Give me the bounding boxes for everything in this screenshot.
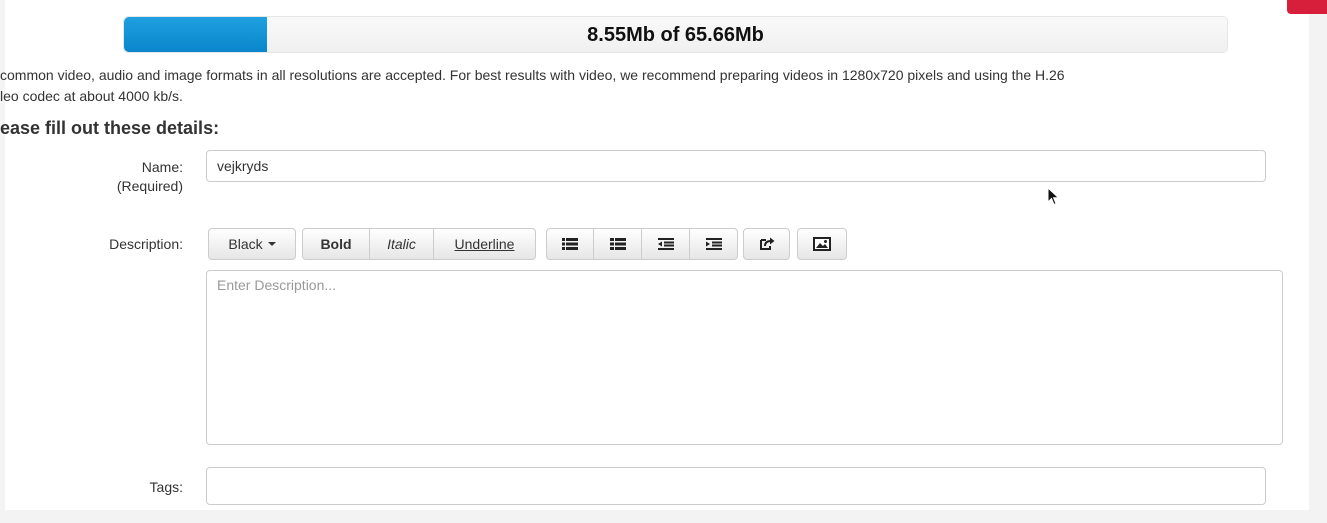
description-textarea[interactable]	[206, 270, 1283, 445]
name-label: Name: (Required)	[80, 158, 183, 196]
description-label: Description:	[109, 236, 183, 252]
text-style-group: Bold Italic Underline	[302, 228, 536, 260]
link-button[interactable]	[743, 228, 790, 260]
list-indent-group	[546, 228, 738, 260]
red-corner-tab	[1287, 0, 1327, 14]
name-label-text: Name:	[141, 159, 183, 175]
bottom-edge	[0, 510, 1327, 523]
font-color-dropdown[interactable]: Black	[208, 228, 296, 260]
format-info: common video, audio and image formats in…	[0, 65, 1327, 107]
name-required-note: (Required)	[116, 178, 183, 194]
tags-input[interactable]	[206, 467, 1266, 505]
caret-down-icon	[267, 242, 276, 246]
name-input[interactable]	[206, 150, 1266, 182]
upload-progress-text: 8.55Mb of 65.66Mb	[587, 24, 764, 46]
image-icon	[813, 237, 831, 251]
format-info-line-1: common video, audio and image formats in…	[0, 67, 1065, 83]
upload-progress-bar: 8.55Mb of 65.66Mb	[123, 16, 1228, 53]
indent-button[interactable]	[690, 228, 738, 260]
bullet-list-icon	[562, 238, 578, 250]
outdent-button[interactable]	[642, 228, 690, 260]
outdent-icon	[657, 238, 674, 250]
font-color-group: Black	[208, 228, 296, 260]
mouse-cursor-icon	[1047, 187, 1060, 206]
italic-label: Italic	[387, 236, 416, 252]
numbered-list-button[interactable]	[594, 228, 642, 260]
underline-label: Underline	[454, 236, 515, 252]
underline-button[interactable]: Underline	[434, 228, 536, 260]
font-color-label: Black	[228, 236, 263, 252]
section-title: ease fill out these details:	[0, 118, 220, 138]
bullet-list-button[interactable]	[546, 228, 594, 260]
link-icon	[759, 237, 774, 250]
link-group	[743, 228, 790, 260]
image-group	[797, 228, 847, 260]
bold-button[interactable]: Bold	[302, 228, 370, 260]
bold-label: Bold	[320, 236, 352, 252]
italic-button[interactable]: Italic	[370, 228, 434, 260]
tags-label: Tags:	[149, 479, 183, 495]
format-info-line-2: leo codec at about 4000 kb/s.	[0, 88, 183, 104]
insert-image-button[interactable]	[797, 228, 847, 260]
numbered-list-icon	[609, 238, 626, 250]
indent-icon	[705, 238, 722, 250]
